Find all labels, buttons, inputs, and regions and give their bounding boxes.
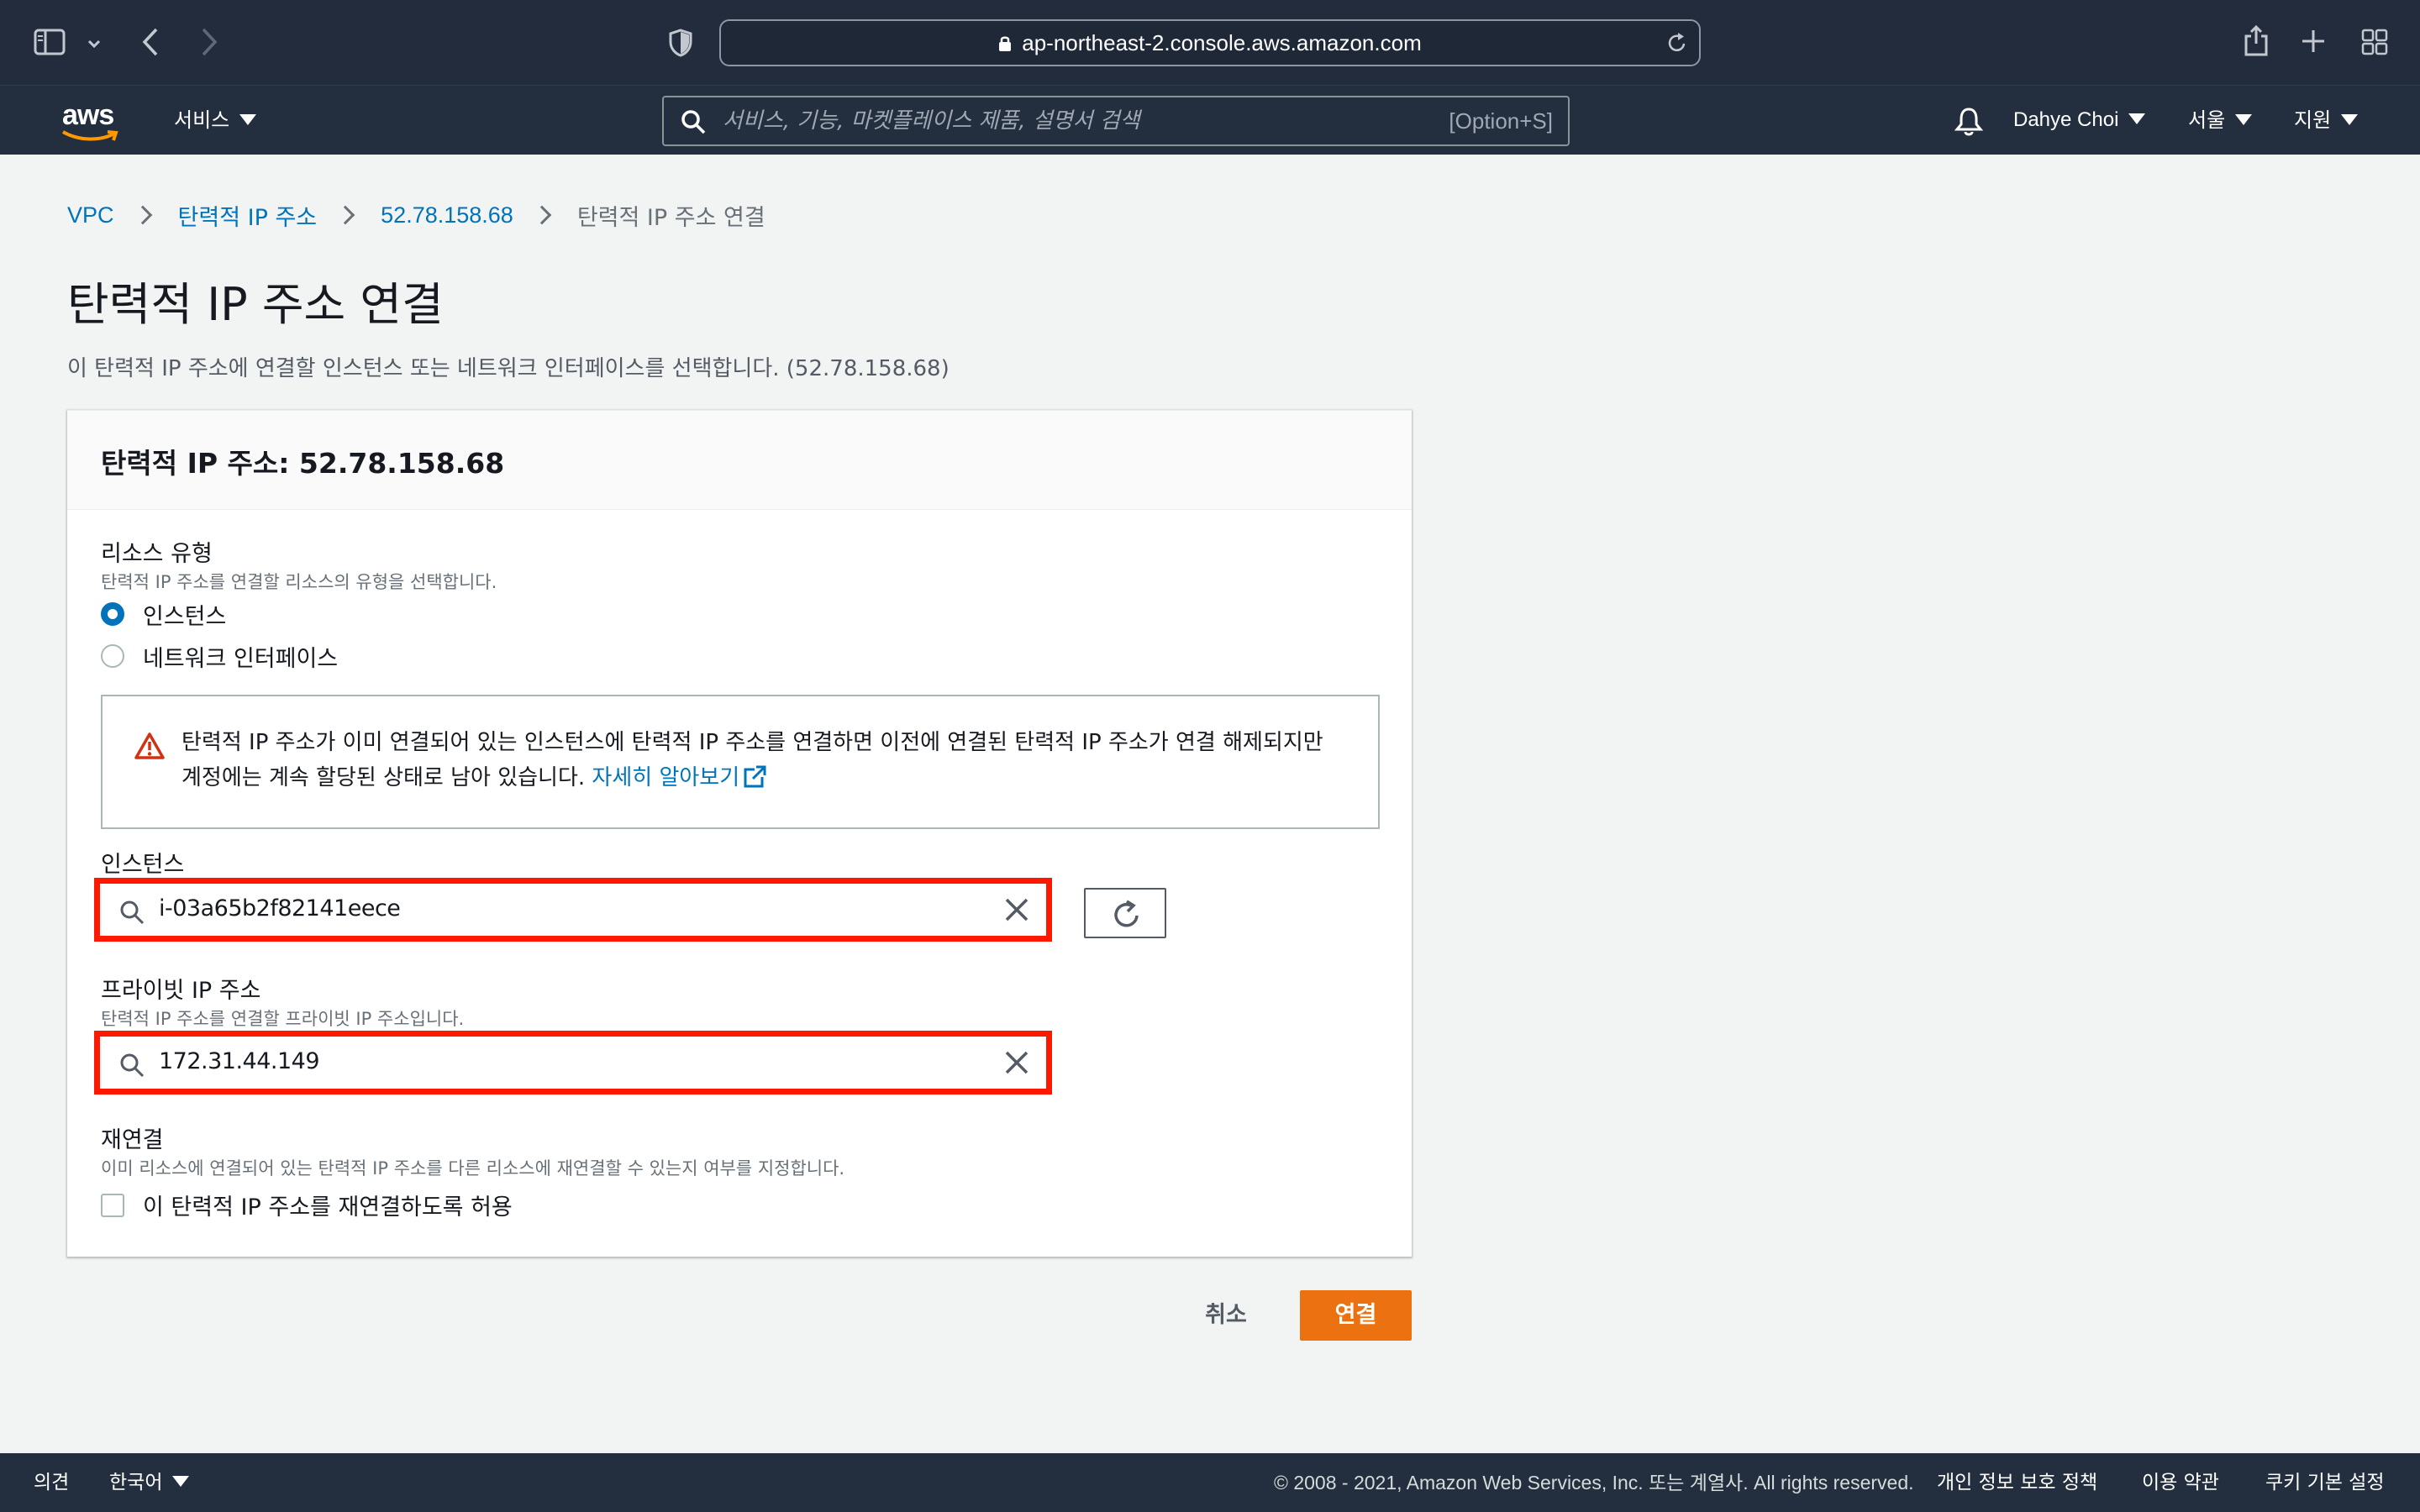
copyright-text: © 2008 - 2021, Amazon Web Services, Inc.… bbox=[1274, 1472, 1914, 1494]
search-icon bbox=[118, 899, 145, 926]
page-description: 이 탄력적 IP 주소에 연결할 인스턴스 또는 네트워크 인터페이스를 선택합… bbox=[67, 356, 950, 381]
private-ip-value: 172.31.44.149 bbox=[159, 1048, 320, 1074]
panel-header: 탄력적 IP 주소: 52.78.158.68 bbox=[67, 411, 1412, 510]
breadcrumb: VPC 탄력적 IP 주소 52.78.158.68 탄력적 IP 주소 연결 bbox=[67, 198, 765, 232]
resource-type-description: 탄력적 IP 주소를 연결할 리소스의 유형을 선택합니다. bbox=[101, 572, 497, 592]
user-name: Dahye Choi bbox=[2013, 108, 2119, 131]
language-label: 한국어 bbox=[109, 1472, 163, 1494]
region-menu[interactable]: 서울 bbox=[2188, 86, 2253, 155]
sidebar-toggle-icon[interactable] bbox=[34, 29, 66, 59]
shield-icon[interactable] bbox=[669, 29, 692, 60]
url-text: ap-northeast-2.console.aws.amazon.com bbox=[1022, 30, 1422, 55]
search-icon bbox=[118, 1052, 145, 1079]
warning-icon bbox=[134, 732, 165, 760]
browser-toolbar: ap-northeast-2.console.aws.amazon.com bbox=[0, 0, 2420, 86]
feedback-link[interactable]: 의견 bbox=[34, 1453, 69, 1512]
associate-button[interactable]: 연결 bbox=[1300, 1290, 1412, 1341]
allow-reassociation-checkbox-row[interactable]: 이 탄력적 IP 주소를 재연결하도록 허용 bbox=[101, 1189, 513, 1221]
region-label: 서울 bbox=[2188, 108, 2226, 132]
aws-console-navbar: aws 서비스 서비스, 기능, 마켓플레이스 제품, 설명서 검색 [Opti… bbox=[0, 86, 2420, 155]
radio-network-interface-label: 네트워크 인터페이스 bbox=[143, 645, 339, 672]
aws-logo-text: aws bbox=[62, 99, 114, 131]
refresh-icon bbox=[1114, 900, 1139, 927]
services-menu[interactable]: 서비스 bbox=[174, 86, 257, 155]
forward-icon[interactable] bbox=[200, 27, 218, 60]
alert-line-2: 계정에는 계속 할당된 상태로 남아 있습니다. bbox=[182, 765, 586, 790]
bell-icon[interactable] bbox=[1954, 106, 1984, 139]
reassociation-label: 재연결 bbox=[101, 1127, 164, 1153]
instance-label: 인스턴스 bbox=[101, 852, 185, 878]
caret-down-icon bbox=[2235, 113, 2253, 125]
caret-down-icon bbox=[2128, 113, 2146, 125]
support-label: 지원 bbox=[2294, 108, 2332, 132]
panel-title: 탄력적 IP 주소: 52.78.158.68 bbox=[101, 447, 505, 480]
new-tab-icon[interactable] bbox=[2301, 29, 2326, 57]
chevron-down-icon[interactable] bbox=[87, 37, 101, 53]
lock-icon bbox=[998, 23, 1012, 51]
chevron-right-icon bbox=[532, 205, 552, 225]
radio-button[interactable] bbox=[101, 602, 124, 626]
tab-overview-icon[interactable] bbox=[2361, 29, 2388, 59]
clear-icon[interactable] bbox=[1002, 895, 1031, 924]
search-icon bbox=[681, 109, 706, 138]
associate-form-panel: 탄력적 IP 주소: 52.78.158.68 리소스 유형 탄력적 IP 주소… bbox=[67, 410, 1412, 1257]
support-menu[interactable]: 지원 bbox=[2294, 86, 2359, 155]
caret-down-icon bbox=[172, 1476, 190, 1487]
alert-line-1: 탄력적 IP 주소가 이미 연결되어 있는 인스턴스에 탄력적 IP 주소를 연… bbox=[182, 730, 1323, 755]
radio-network-interface[interactable]: 네트워크 인터페이스 bbox=[101, 641, 339, 672]
clear-icon[interactable] bbox=[1002, 1048, 1031, 1077]
share-icon[interactable] bbox=[2244, 24, 2269, 60]
console-search-input[interactable]: 서비스, 기능, 마켓플레이스 제품, 설명서 검색 [Option+S] bbox=[662, 96, 1570, 146]
page-title: 탄력적 IP 주소 연결 bbox=[67, 278, 444, 331]
url-bar[interactable]: ap-northeast-2.console.aws.amazon.com bbox=[719, 19, 1701, 66]
warning-alert: 탄력적 IP 주소가 이미 연결되어 있는 인스턴스에 탄력적 IP 주소를 연… bbox=[101, 695, 1380, 829]
radio-button[interactable] bbox=[101, 644, 124, 668]
privacy-link[interactable]: 개인 정보 보호 정책 bbox=[1937, 1453, 2097, 1512]
breadcrumb-ip-address[interactable]: 52.78.158.68 bbox=[381, 202, 513, 228]
chevron-right-icon bbox=[335, 205, 355, 225]
learn-more-text: 자세히 알아보기 bbox=[592, 765, 740, 790]
instance-value: i-03a65b2f82141eece bbox=[159, 895, 401, 921]
private-ip-highlight: 172.31.44.149 bbox=[94, 1031, 1052, 1095]
back-icon[interactable] bbox=[141, 27, 160, 60]
search-shortcut: [Option+S] bbox=[1449, 108, 1553, 134]
reassociation-description: 이미 리소스에 연결되어 있는 탄력적 IP 주소를 다른 리소스에 재연결할 … bbox=[101, 1158, 845, 1179]
search-placeholder: 서비스, 기능, 마켓플레이스 제품, 설명서 검색 bbox=[723, 108, 1140, 134]
terms-link[interactable]: 이용 약관 bbox=[2142, 1453, 2219, 1512]
user-menu[interactable]: Dahye Choi bbox=[2013, 86, 2146, 155]
cookie-preferences-link[interactable]: 쿠키 기본 설정 bbox=[2265, 1453, 2385, 1512]
aws-logo[interactable]: aws bbox=[60, 99, 121, 141]
language-selector[interactable]: 한국어 bbox=[109, 1453, 190, 1512]
instance-input[interactable]: i-03a65b2f82141eece bbox=[100, 884, 1046, 936]
refresh-button[interactable] bbox=[1084, 888, 1166, 938]
console-footer: 의견 한국어 © 2008 - 2021, Amazon Web Service… bbox=[0, 1453, 2420, 1512]
reload-icon[interactable] bbox=[1667, 32, 1687, 57]
private-ip-description: 탄력적 IP 주소를 연결할 프라이빗 IP 주소입니다. bbox=[101, 1009, 465, 1029]
external-link-icon bbox=[743, 764, 766, 788]
caret-down-icon bbox=[2341, 113, 2359, 125]
chevron-right-icon bbox=[133, 205, 152, 225]
breadcrumb-vpc[interactable]: VPC bbox=[67, 202, 114, 228]
cancel-button[interactable]: 취소 bbox=[1176, 1290, 1276, 1341]
resource-type-label: 리소스 유형 bbox=[101, 541, 213, 567]
allow-reassociation-checkbox[interactable] bbox=[101, 1193, 124, 1217]
breadcrumb-current: 탄력적 IP 주소 연결 bbox=[576, 204, 765, 231]
services-label: 서비스 bbox=[174, 108, 230, 132]
allow-reassociation-label: 이 탄력적 IP 주소를 재연결하도록 허용 bbox=[143, 1194, 513, 1221]
breadcrumb-elastic-ip[interactable]: 탄력적 IP 주소 bbox=[178, 199, 318, 232]
radio-instance[interactable]: 인스턴스 bbox=[101, 599, 227, 630]
radio-instance-label: 인스턴스 bbox=[143, 603, 227, 630]
learn-more-link[interactable]: 자세히 알아보기 bbox=[592, 765, 766, 790]
private-ip-input[interactable]: 172.31.44.149 bbox=[100, 1037, 1046, 1089]
private-ip-label: 프라이빗 IP 주소 bbox=[101, 978, 261, 1004]
instance-highlight: i-03a65b2f82141eece bbox=[94, 878, 1052, 942]
caret-down-icon bbox=[239, 113, 257, 125]
